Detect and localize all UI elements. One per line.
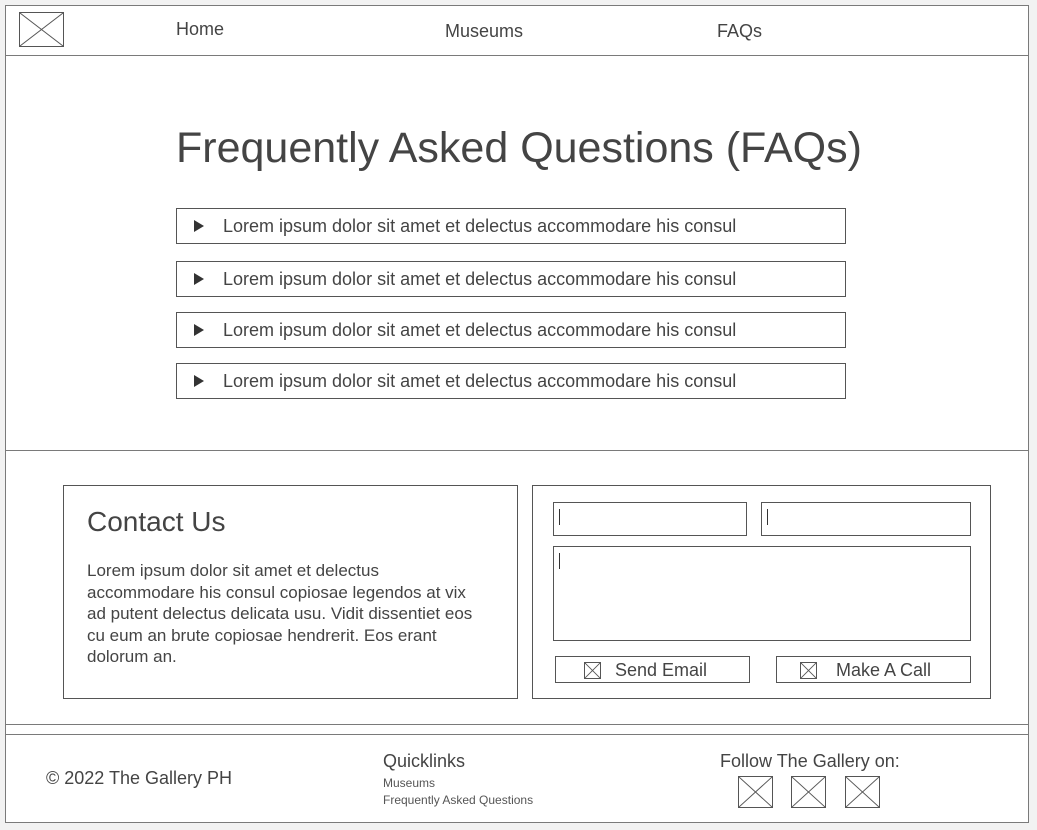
social-icon-1[interactable] <box>738 776 773 808</box>
social-icon-2[interactable] <box>791 776 826 808</box>
nav-home-link[interactable]: Home <box>176 19 224 40</box>
contact-title: Contact Us <box>87 506 226 537</box>
nav-museums-link[interactable]: Museums <box>445 21 523 42</box>
contact-description: Lorem ipsum dolor sit amet et delectus a… <box>87 561 473 666</box>
email-input[interactable] <box>761 502 971 536</box>
contact-form-panel: Send Email Make A Call <box>532 485 991 699</box>
social-icon-3[interactable] <box>845 776 880 808</box>
top-navbar: Home Museums FAQs <box>6 6 1028 56</box>
page-frame: Home Museums FAQs Frequently Asked Quest… <box>5 5 1029 823</box>
faq-item-4[interactable]: Lorem ipsum dolor sit amet et delectus a… <box>176 363 846 399</box>
faq-question-text: Lorem ipsum dolor sit amet et delectus a… <box>223 320 737 340</box>
make-a-call-button[interactable]: Make A Call <box>776 656 971 683</box>
triangle-right-icon <box>194 324 204 336</box>
placeholder-image-icon <box>800 662 817 679</box>
quicklink-faqs[interactable]: Frequently Asked Questions <box>383 793 533 807</box>
triangle-right-icon <box>194 220 204 232</box>
faq-question-text: Lorem ipsum dolor sit amet et delectus a… <box>223 216 737 236</box>
make-a-call-label: Make A Call <box>836 660 932 680</box>
faq-question-text: Lorem ipsum dolor sit amet et delectus a… <box>223 269 737 289</box>
text-caret <box>767 509 768 525</box>
placeholder-image-icon <box>584 662 601 679</box>
footer-divider-top <box>6 724 1028 725</box>
triangle-right-icon <box>194 273 204 285</box>
triangle-right-icon <box>194 375 204 387</box>
name-input[interactable] <box>553 502 747 536</box>
follow-heading: Follow The Gallery on: <box>720 751 900 771</box>
message-textarea[interactable] <box>553 546 971 641</box>
text-caret <box>559 553 560 569</box>
faq-page-title: Frequently Asked Questions (FAQs) <box>176 124 862 172</box>
send-email-label: Send Email <box>615 660 708 680</box>
nav-faqs-link[interactable]: FAQs <box>717 21 762 42</box>
faq-question-text: Lorem ipsum dolor sit amet et delectus a… <box>223 371 737 391</box>
logo-placeholder-icon[interactable] <box>19 12 64 47</box>
footer-divider-bottom <box>6 734 1028 735</box>
send-email-button[interactable]: Send Email <box>555 656 750 683</box>
copyright-text: © 2022 The Gallery PH <box>46 768 233 788</box>
faq-item-2[interactable]: Lorem ipsum dolor sit amet et delectus a… <box>176 261 846 297</box>
text-caret <box>559 509 560 525</box>
quicklink-museums[interactable]: Museums <box>383 776 435 790</box>
quicklinks-heading: Quicklinks <box>383 751 466 771</box>
faq-item-1[interactable]: Lorem ipsum dolor sit amet et delectus a… <box>176 208 846 244</box>
faq-item-3[interactable]: Lorem ipsum dolor sit amet et delectus a… <box>176 312 846 348</box>
section-divider <box>6 450 1028 451</box>
contact-info-panel: Contact Us Lorem ipsum dolor sit amet et… <box>63 485 518 699</box>
